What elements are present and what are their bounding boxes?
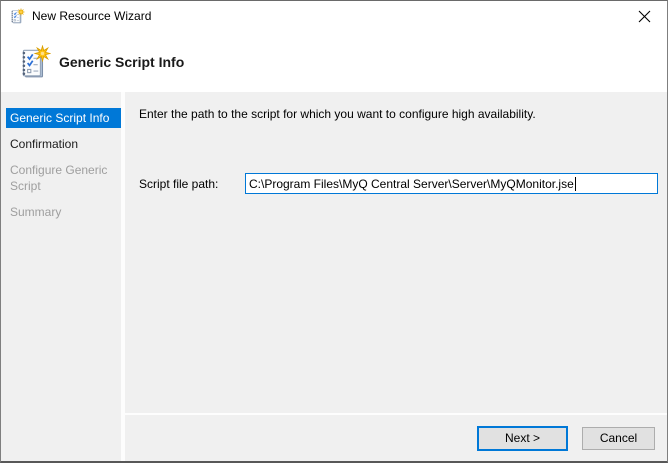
sidebar-item-confirmation[interactable]: Confirmation [1, 134, 121, 154]
script-file-path-value: C:\Program Files\MyQ Central Server\Serv… [249, 177, 574, 191]
page-title: Generic Script Info [59, 54, 184, 70]
wizard-content: Enter the path to the script for which y… [125, 92, 667, 413]
window-title: New Resource Wizard [32, 9, 151, 23]
next-button[interactable]: Next > [477, 426, 568, 451]
sidebar-item-summary: Summary [1, 202, 121, 222]
sidebar-item-configure-generic-script: Configure Generic Script [1, 160, 121, 196]
generic-script-info-icon [17, 45, 51, 79]
wizard-page-header: Generic Script Info [1, 31, 667, 92]
text-caret [575, 177, 576, 191]
script-file-path-label: Script file path: [139, 177, 245, 191]
instruction-text: Enter the path to the script for which y… [125, 92, 667, 121]
close-icon [638, 10, 651, 23]
new-resource-wizard-dialog: New Resource Wizard Generic Script Info … [0, 0, 668, 463]
cancel-button[interactable]: Cancel [582, 427, 655, 450]
script-path-field-row: Script file path: C:\Program Files\MyQ C… [139, 173, 658, 194]
wizard-main-panel: Enter the path to the script for which y… [125, 92, 667, 461]
script-file-path-input[interactable]: C:\Program Files\MyQ Central Server\Serv… [245, 173, 658, 194]
sidebar-item-generic-script-info[interactable]: Generic Script Info [6, 108, 121, 128]
wizard-notepad-star-icon [9, 8, 25, 24]
title-bar: New Resource Wizard [1, 1, 667, 31]
wizard-button-bar: Next > Cancel [125, 413, 667, 461]
close-button[interactable] [622, 1, 667, 31]
wizard-steps-sidebar: Generic Script Info Confirmation Configu… [1, 92, 121, 461]
wizard-body: Generic Script Info Confirmation Configu… [1, 92, 667, 461]
